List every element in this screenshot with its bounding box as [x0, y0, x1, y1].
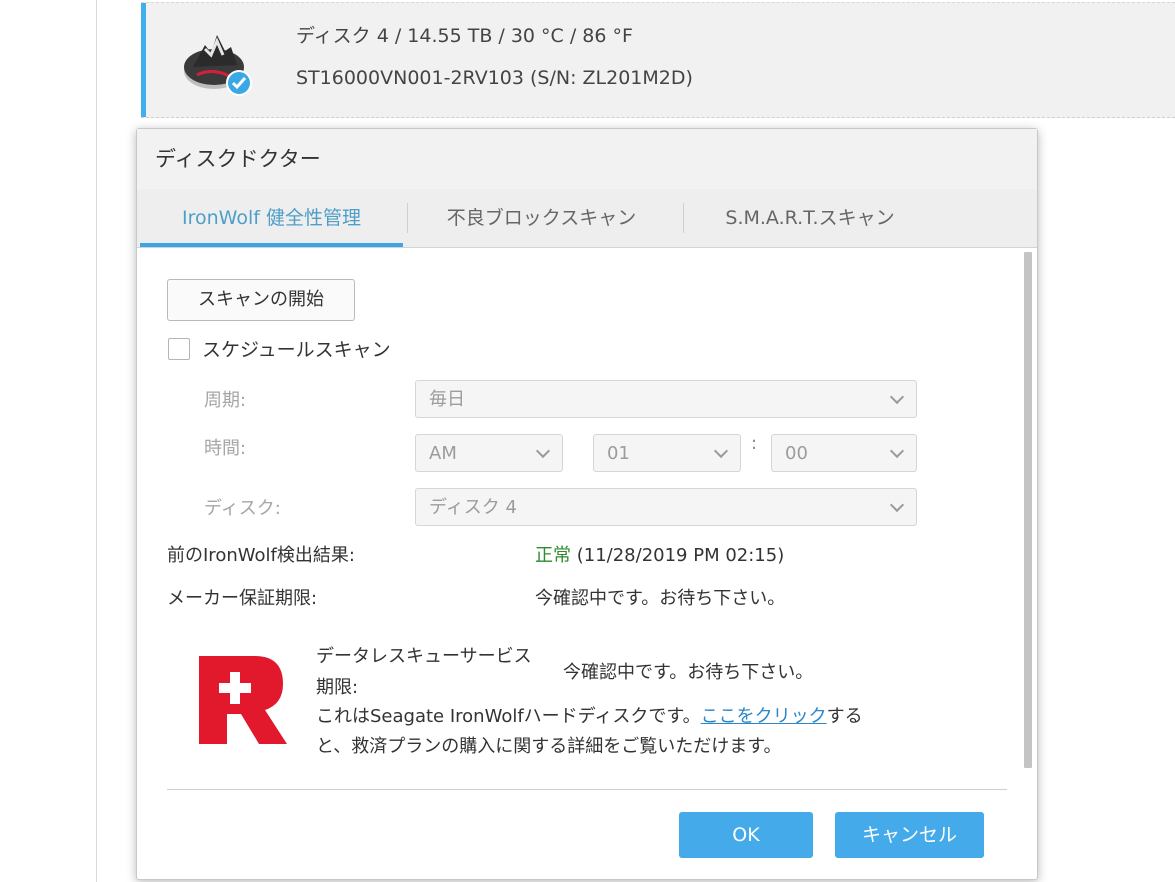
chevron-down-icon [889, 443, 905, 459]
disk-summary: ディスク 4 / 14.55 TB / 30 °C / 86 °F [296, 25, 633, 47]
period-label: 周期: [204, 390, 247, 411]
rescue-service-value: 今確認中です。お待ち下さい。 [563, 662, 814, 683]
rescue-info-link[interactable]: ここをクリック [701, 706, 827, 727]
hour-select-value: 01 [607, 443, 630, 464]
ampm-select-value: AM [429, 443, 457, 464]
disk-list-item[interactable]: ディスク 4 / 14.55 TB / 30 °C / 86 °F ST1600… [141, 2, 1175, 118]
previous-result-value: 正常 (11/28/2019 PM 02:15) [535, 541, 784, 567]
footer-divider [167, 789, 1007, 790]
rescue-r-logo [199, 656, 287, 744]
ok-button[interactable]: OK [679, 812, 813, 858]
rescue-description-line2: と、救済プランの購入に関する詳細をご覧いただけます。 [316, 736, 782, 757]
tab-bar: IronWolf 健全性管理 不良ブロックスキャン S.M.A.R.T.スキャン [137, 189, 1037, 248]
status-normal: 正常 [535, 545, 571, 566]
tab-ironwolf-health[interactable]: IronWolf 健全性管理 [140, 189, 403, 247]
tab-smart-scan[interactable]: S.M.A.R.T.スキャン [685, 189, 935, 247]
hour-select[interactable]: 01 [593, 434, 741, 472]
time-separator: : [751, 433, 758, 454]
rescue-description: これはSeagate IronWolfハードディスクです。ここをクリックする [316, 702, 863, 728]
period-select-value: 毎日 [429, 389, 465, 410]
disk-doctor-dialog: ディスクドクター IronWolf 健全性管理 不良ブロックスキャン S.M.A… [136, 128, 1038, 880]
chevron-down-icon [889, 389, 905, 405]
time-label: 時間: [204, 438, 247, 459]
minute-select[interactable]: 00 [771, 434, 917, 472]
page-left-divider [96, 0, 97, 882]
schedule-scan-checkbox[interactable] [168, 338, 190, 360]
chevron-down-icon [713, 443, 729, 459]
disk-model: ST16000VN001-2RV103 (S/N: ZL201M2D) [296, 67, 693, 89]
period-select[interactable]: 毎日 [415, 380, 917, 418]
cancel-button[interactable]: キャンセル [835, 812, 984, 858]
chevron-down-icon [535, 443, 551, 459]
warranty-label: メーカー保証期限: [167, 588, 318, 609]
dialog-header: ディスクドクター [137, 129, 1037, 189]
tab-bad-block-scan[interactable]: 不良ブロックスキャン [410, 189, 673, 247]
ampm-select[interactable]: AM [415, 434, 563, 472]
selected-accent-bar [141, 3, 146, 117]
dialog-title: ディスクドクター [155, 147, 321, 171]
schedule-scan-label[interactable]: スケジュールスキャン [202, 335, 391, 362]
rescue-description-suffix: する [826, 706, 863, 727]
start-scan-button[interactable]: スキャンの開始 [167, 279, 355, 321]
disk-select[interactable]: ディスク 4 [415, 488, 917, 526]
previous-result-time: (11/28/2019 PM 02:15) [576, 545, 785, 566]
scrollbar-thumb[interactable] [1024, 252, 1032, 768]
rescue-description-text: これはSeagate IronWolfハードディスクです。 [316, 706, 701, 727]
previous-result-label: 前のIronWolf検出結果: [167, 545, 355, 566]
minute-select-value: 00 [785, 443, 808, 464]
rescue-service-label-line2: 期限: [316, 677, 359, 698]
rescue-service-label: データレスキューサービス [316, 646, 532, 667]
ironwolf-disk-icon [184, 35, 252, 96]
warranty-value: 今確認中です。お待ち下さい。 [535, 588, 786, 609]
disk-select-value: ディスク 4 [429, 497, 517, 518]
tab-separator [407, 203, 408, 233]
disk-label: ディスク: [204, 498, 281, 519]
tab-separator [683, 203, 684, 233]
chevron-down-icon [889, 497, 905, 513]
